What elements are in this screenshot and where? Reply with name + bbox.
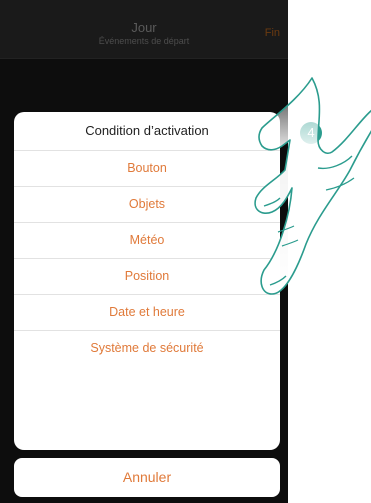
cancel-button[interactable]: Annuler <box>14 458 280 497</box>
option-date-time[interactable]: Date et heure <box>14 295 280 331</box>
option-security-system[interactable]: Système de sécurité <box>14 331 280 366</box>
page-subtitle: Événements de départ <box>98 36 190 46</box>
option-position[interactable]: Position <box>14 259 280 295</box>
top-bar: Jour Événements de départ Fin <box>0 0 288 59</box>
activation-condition-sheet: Condition d’activation Bouton Objets Mét… <box>14 112 280 450</box>
phone-screen: Jour Événements de départ Fin Condition … <box>0 0 288 503</box>
step-number-badge: 4 <box>300 122 322 144</box>
option-weather[interactable]: Météo <box>14 223 280 259</box>
sheet-title: Condition d’activation <box>14 112 280 151</box>
option-button[interactable]: Bouton <box>14 151 280 187</box>
option-objects[interactable]: Objets <box>14 187 280 223</box>
page-title: Jour <box>131 20 157 35</box>
done-button[interactable]: Fin <box>265 27 280 39</box>
